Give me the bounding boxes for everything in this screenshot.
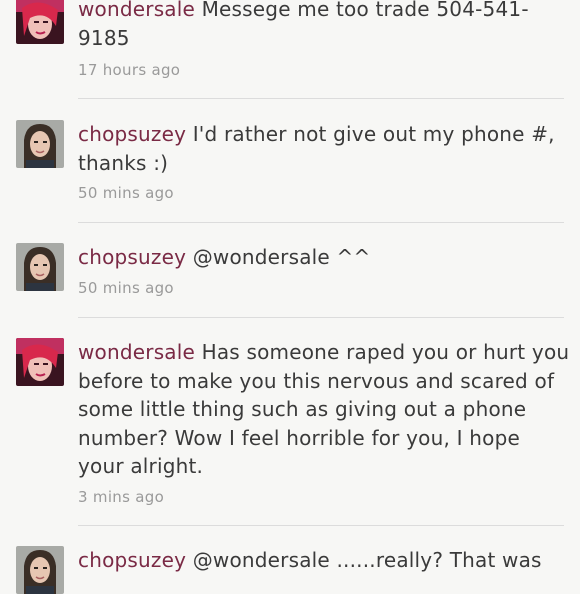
comment-timestamp: 50 mins ago bbox=[78, 184, 174, 202]
comment-body: wondersale Has someone raped you or hurt… bbox=[78, 338, 572, 481]
username-link[interactable]: wondersale bbox=[78, 0, 195, 21]
avatar-chopsuzey[interactable] bbox=[16, 546, 64, 594]
comment-text: @wondersale ......really? That was bbox=[192, 548, 542, 572]
divider bbox=[78, 98, 564, 99]
username-link[interactable]: wondersale bbox=[78, 340, 195, 364]
comment-timestamp: 17 hours ago bbox=[78, 61, 181, 79]
avatar-chopsuzey[interactable] bbox=[16, 243, 64, 291]
username-link[interactable]: chopsuzey bbox=[78, 245, 186, 269]
divider bbox=[78, 222, 564, 223]
username-link[interactable]: chopsuzey bbox=[78, 122, 186, 146]
divider bbox=[78, 525, 564, 526]
avatar-wondersale[interactable] bbox=[16, 338, 64, 386]
comment-body: chopsuzey I'd rather not give out my pho… bbox=[78, 120, 572, 177]
comment-feed: wondersale Messege me too trade 504-541-… bbox=[0, 0, 580, 594]
comment-body: wondersale Messege me too trade 504-541-… bbox=[78, 0, 572, 52]
avatar-wondersale[interactable] bbox=[16, 0, 64, 44]
comment-timestamp: 3 mins ago bbox=[78, 488, 165, 506]
avatar-chopsuzey[interactable] bbox=[16, 120, 64, 168]
comment-body: chopsuzey @wondersale ......really? That… bbox=[78, 546, 572, 575]
comment-timestamp: 50 mins ago bbox=[78, 279, 174, 297]
username-link[interactable]: chopsuzey bbox=[78, 548, 186, 572]
comment-text: @wondersale ^^ bbox=[192, 245, 371, 269]
comment-body: chopsuzey @wondersale ^^ bbox=[78, 243, 572, 272]
divider bbox=[78, 317, 564, 318]
